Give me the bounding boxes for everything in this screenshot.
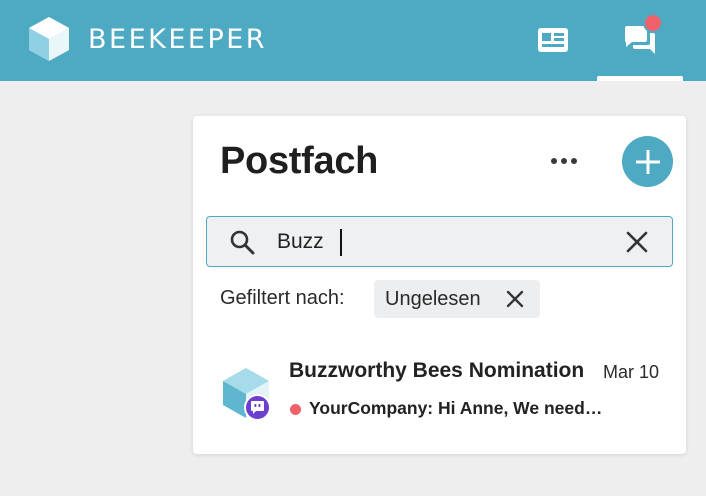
group-chat-icon: [251, 401, 264, 414]
plus-icon: [635, 149, 660, 174]
group-chat-badge: [244, 394, 271, 421]
newsfeed-button[interactable]: [533, 22, 573, 58]
filter-chip-unread: Ungelesen: [374, 280, 540, 318]
new-conversation-button[interactable]: [622, 136, 673, 187]
conversation-preview: YourCompany: Hi Anne, We need…: [309, 398, 603, 418]
conversation-list-item[interactable]: Buzzworthy Bees Nomination Mar 10 YourCo…: [193, 346, 686, 430]
remove-filter-icon[interactable]: [506, 290, 524, 308]
search-icon: [230, 230, 255, 255]
newsfeed-icon: [538, 28, 568, 52]
beekeeper-logo-icon: [29, 17, 69, 61]
beekeeper-logo[interactable]: BEEKEEPER: [28, 16, 267, 62]
more-options-button[interactable]: [544, 149, 584, 173]
conversation-date: Mar 10: [603, 362, 660, 382]
page-title: Postfach: [220, 140, 379, 182]
chat-button[interactable]: [597, 0, 683, 81]
conversation-title: Buzzworthy Bees Nomination: [289, 359, 585, 382]
more-horizontal-icon: [551, 158, 557, 164]
top-navigation-bar: BEEKEEPER: [0, 0, 706, 81]
brand-name: BEEKEEPER: [88, 23, 268, 55]
notification-dot: [643, 13, 663, 33]
active-tab-indicator: [597, 76, 683, 81]
filter-chip-label: Ungelesen: [385, 287, 481, 310]
search-input[interactable]: [277, 225, 607, 259]
close-icon[interactable]: [625, 230, 649, 254]
text-caret: [340, 229, 342, 256]
inbox-panel: Postfach Gefiltert nach: Ungelesen: [193, 116, 686, 454]
filter-label: Gefiltert nach:: [220, 287, 345, 309]
search-box: [206, 216, 673, 267]
unread-indicator: [290, 404, 301, 415]
